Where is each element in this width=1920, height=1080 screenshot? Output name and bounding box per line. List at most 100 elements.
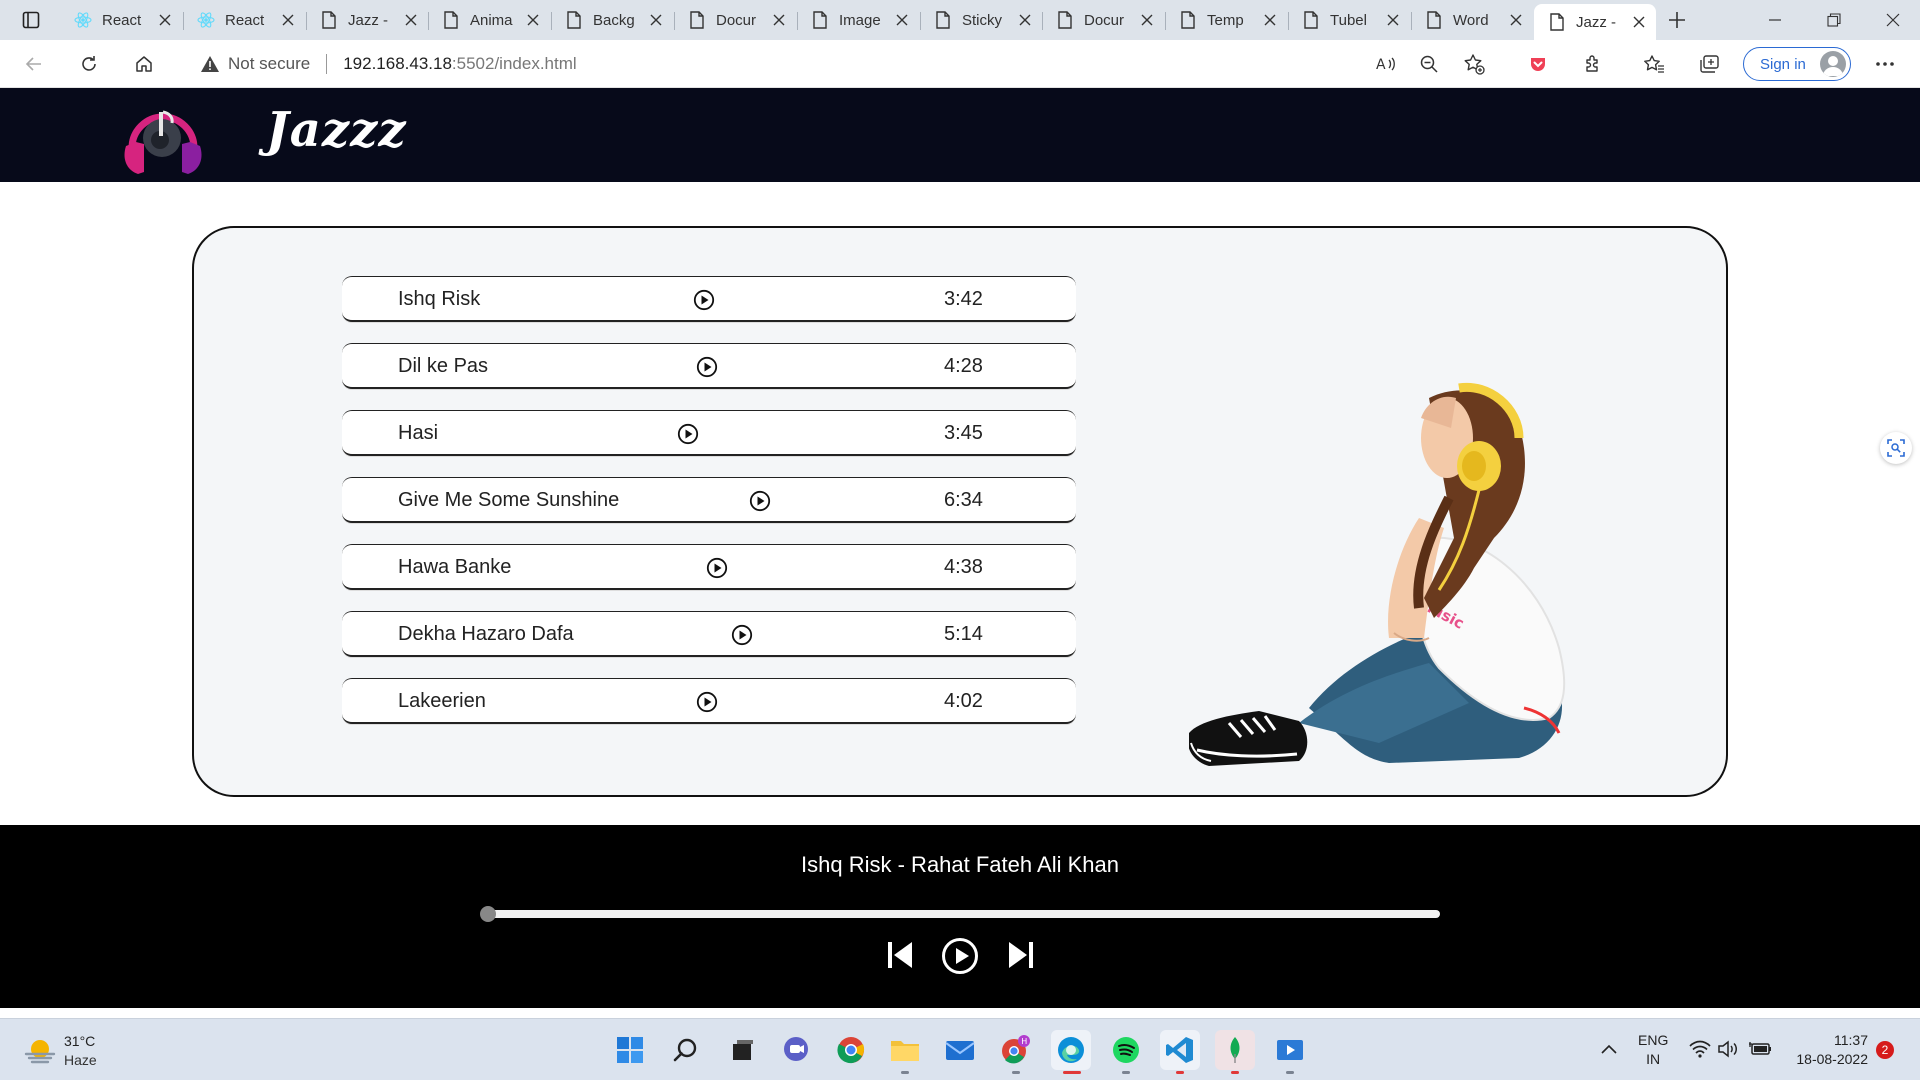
read-aloud-button[interactable]: A (1370, 48, 1402, 80)
song-play-icon[interactable] (693, 289, 715, 311)
song-row[interactable]: Ishq Risk 3:42 (342, 276, 1076, 322)
extensions-button[interactable] (1577, 48, 1609, 80)
mail-button[interactable] (940, 1030, 980, 1070)
page-icon (688, 11, 706, 29)
close-tab-icon[interactable] (1507, 11, 1525, 29)
video-editor-button[interactable] (1270, 1030, 1310, 1070)
tab-separator (674, 12, 675, 30)
mongodb-compass-button[interactable] (1215, 1030, 1255, 1070)
clock-time: 11:37 (1834, 1032, 1868, 1048)
show-hidden-icons-button[interactable] (1598, 1037, 1620, 1061)
extension-pocket-button[interactable] (1522, 48, 1554, 80)
system-clock[interactable]: 11:37 18-08-2022 (1782, 1031, 1868, 1069)
song-duration: 4:38 (944, 556, 983, 578)
song-row[interactable]: Hasi 3:45 (342, 410, 1076, 456)
tab-separator (1411, 12, 1412, 30)
taskbar-search-button[interactable] (666, 1030, 706, 1070)
song-row[interactable]: Dekha Hazaro Dafa 5:14 (342, 611, 1076, 657)
chrome-button[interactable] (831, 1030, 871, 1070)
browser-tab[interactable]: React (183, 4, 305, 36)
weather-widget[interactable]: 31°C Haze (24, 1033, 144, 1069)
security-label[interactable]: Not secure (228, 54, 310, 74)
settings-more-button[interactable] (1869, 48, 1901, 80)
browser-tab[interactable]: Jazz - (1534, 4, 1656, 40)
browser-tab[interactable]: Anima (428, 4, 550, 36)
warning-icon[interactable] (200, 55, 220, 73)
progress-handle[interactable] (480, 906, 496, 922)
browser-tab[interactable]: Sticky (920, 4, 1042, 36)
teams-chat-button[interactable] (776, 1030, 816, 1070)
progress-track[interactable] (484, 910, 1440, 918)
restore-button[interactable] (1811, 6, 1857, 34)
tab-actions-button[interactable] (14, 8, 48, 32)
favorites-button[interactable] (1638, 48, 1670, 80)
close-tab-icon[interactable] (770, 11, 788, 29)
refresh-button[interactable] (73, 48, 105, 80)
close-tab-icon[interactable] (1138, 11, 1156, 29)
close-tab-icon[interactable] (893, 11, 911, 29)
add-favorite-button[interactable] (1458, 48, 1490, 80)
start-button[interactable] (610, 1030, 650, 1070)
browser-tab[interactable]: Jazz - (306, 4, 428, 36)
input-language-indicator[interactable]: ENG IN (1638, 1031, 1668, 1069)
language-code: ENG (1638, 1032, 1669, 1048)
song-play-icon[interactable] (706, 557, 728, 579)
song-row[interactable]: Give Me Some Sunshine 6:34 (342, 477, 1076, 523)
web-page: Jazzz Ishq Risk 3:42 Dil ke Pas 4:28 Hasi 3:4… (0, 88, 1920, 1018)
address-bar[interactable]: Not secure 192.168.43.18:5502/index.html (182, 46, 1466, 82)
song-row[interactable]: Hawa Banke 4:38 (342, 544, 1076, 590)
play-button[interactable] (940, 937, 980, 975)
collections-button[interactable] (1694, 48, 1726, 80)
spotify-button[interactable] (1106, 1030, 1146, 1070)
vscode-button[interactable] (1160, 1030, 1200, 1070)
start-icon (617, 1037, 643, 1063)
visual-search-button[interactable] (1880, 432, 1912, 464)
song-play-icon[interactable] (696, 691, 718, 713)
song-title: Ishq Risk (398, 288, 481, 310)
tab-separator (1042, 12, 1043, 30)
browser-tab[interactable]: Docur (1042, 4, 1164, 36)
browser-tab[interactable]: Backg (551, 4, 673, 36)
home-button[interactable] (128, 48, 160, 80)
volume-button[interactable] (1716, 1037, 1740, 1061)
back-button[interactable] (18, 48, 50, 80)
battery-button[interactable] (1748, 1037, 1774, 1061)
browser-tab[interactable]: Word (1411, 4, 1533, 36)
new-tab-button[interactable] (1664, 7, 1690, 33)
browser-tab[interactable]: React (60, 4, 182, 36)
song-play-icon[interactable] (696, 356, 718, 378)
file-explorer-button[interactable] (885, 1030, 925, 1070)
zoom-button[interactable] (1413, 48, 1445, 80)
browser-tab[interactable]: Docur (674, 4, 796, 36)
previous-button[interactable] (884, 937, 916, 973)
song-play-icon[interactable] (677, 423, 699, 445)
browser-tab[interactable]: Image (797, 4, 919, 36)
close-window-button[interactable] (1870, 6, 1916, 34)
song-play-icon[interactable] (749, 490, 771, 512)
song-row[interactable]: Lakeerien 4:02 (342, 678, 1076, 724)
edge-button[interactable] (1051, 1030, 1091, 1070)
close-tab-icon[interactable] (279, 11, 297, 29)
next-button[interactable] (1005, 937, 1037, 973)
close-tab-icon[interactable] (1261, 11, 1279, 29)
close-tab-icon[interactable] (1384, 11, 1402, 29)
song-row[interactable]: Dil ke Pas 4:28 (342, 343, 1076, 389)
browser-tab[interactable]: Temp (1165, 4, 1287, 36)
chrome-profile-button[interactable]: H (996, 1030, 1036, 1070)
close-tab-icon[interactable] (1016, 11, 1034, 29)
sign-in-button[interactable]: Sign in (1743, 47, 1851, 81)
close-tab-icon[interactable] (156, 11, 174, 29)
notification-badge[interactable]: 2 (1876, 1041, 1894, 1059)
close-tab-icon[interactable] (1630, 13, 1648, 31)
tab-separator (551, 12, 552, 30)
song-play-icon[interactable] (731, 624, 753, 646)
task-view-button[interactable] (722, 1030, 762, 1070)
close-tab-icon[interactable] (647, 11, 665, 29)
headphones-logo-icon[interactable] (120, 98, 206, 178)
minimize-button[interactable] (1752, 6, 1798, 34)
close-tab-icon[interactable] (524, 11, 542, 29)
tab-title: Docur (1084, 11, 1125, 29)
wifi-button[interactable] (1688, 1037, 1712, 1061)
browser-tab[interactable]: Tubel (1288, 4, 1410, 36)
close-tab-icon[interactable] (402, 11, 420, 29)
